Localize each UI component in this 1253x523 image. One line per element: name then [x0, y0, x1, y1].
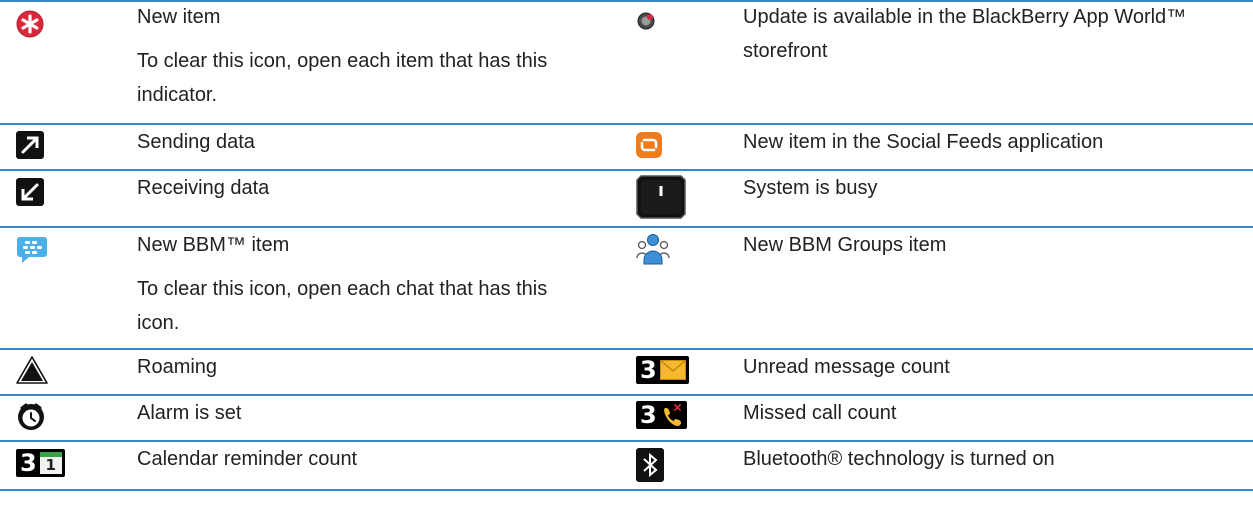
left-description: New item To clear this icon, open each i…: [137, 0, 557, 112]
table-row: 3 1 Calendar reminder count Bluetooth® t…: [0, 440, 1253, 491]
table-row: Sending data New item in the Social Feed…: [0, 123, 1253, 169]
indicator-label: Receiving data: [137, 177, 270, 199]
right-description: Bluetooth® technology is turned on: [743, 442, 1243, 476]
indicator-label: New BBM™ item: [137, 234, 290, 256]
indicator-label: New item: [137, 6, 221, 28]
system-busy-icon: [636, 175, 686, 219]
left-description: Alarm is set: [137, 396, 557, 430]
calendar-icon: 1: [39, 452, 62, 474]
social-feeds-icon: [636, 132, 662, 158]
bbm-icon: [16, 235, 48, 265]
indicator-label: System is busy: [743, 177, 878, 199]
indicator-label: Update is available in the BlackBerry Ap…: [743, 6, 1187, 62]
missed-call-count-icon: 3: [636, 401, 687, 429]
indicator-label: Unread message count: [743, 356, 950, 378]
indicator-note: To clear this icon, open each chat that …: [137, 278, 548, 334]
right-description: New item in the Social Feeds application: [743, 125, 1243, 159]
count-value: 3: [20, 449, 37, 477]
right-description: Update is available in the BlackBerry Ap…: [743, 0, 1243, 68]
left-description: Calendar reminder count: [137, 442, 557, 476]
calendar-reminder-count-icon: 3 1: [16, 449, 65, 477]
table-row: Roaming 3 Unread message count: [0, 348, 1253, 394]
table-row: Alarm is set 3 Missed call count: [0, 394, 1253, 440]
indicator-label: Missed call count: [743, 402, 897, 424]
indicator-label: Sending data: [137, 131, 255, 153]
right-description: System is busy: [743, 171, 1243, 205]
sending-data-icon: [16, 131, 44, 159]
indicator-label: New BBM Groups item: [743, 234, 947, 256]
indicator-label: Bluetooth® technology is turned on: [743, 448, 1055, 470]
indicator-label: New item in the Social Feeds application: [743, 131, 1104, 153]
left-description: Roaming: [137, 350, 557, 384]
count-value: 3: [640, 356, 657, 384]
table-row: Receiving data System is busy: [0, 169, 1253, 226]
indicator-table: New item To clear this icon, open each i…: [0, 0, 1253, 491]
indicator-label: Calendar reminder count: [137, 448, 358, 470]
indicator-note: To clear this icon, open each item that …: [137, 50, 548, 106]
bluetooth-icon: [636, 448, 664, 482]
indicator-label: Roaming: [137, 356, 218, 378]
right-description: Missed call count: [743, 396, 1243, 430]
calendar-day-value: 1: [45, 456, 56, 474]
table-row: New item To clear this icon, open each i…: [0, 0, 1253, 123]
app-world-update-icon: [636, 11, 656, 31]
unread-message-count-icon: 3: [636, 356, 689, 384]
bbm-groups-icon: [636, 232, 670, 266]
roaming-icon: [16, 355, 48, 385]
left-description: New BBM™ item To clear this icon, open e…: [137, 228, 557, 340]
receiving-data-icon: [16, 178, 44, 206]
left-description: Sending data: [137, 125, 557, 159]
alarm-icon: [16, 402, 46, 432]
left-description: Receiving data: [137, 171, 557, 205]
new-item-icon: [16, 10, 44, 38]
right-description: Unread message count: [743, 350, 1243, 384]
missed-call-phone-icon: [663, 404, 681, 426]
envelope-icon: [659, 360, 686, 380]
right-description: New BBM Groups item: [743, 228, 1243, 262]
table-row: New BBM™ item To clear this icon, open e…: [0, 226, 1253, 348]
count-value: 3: [640, 401, 657, 429]
indicator-label: Alarm is set: [137, 402, 242, 424]
